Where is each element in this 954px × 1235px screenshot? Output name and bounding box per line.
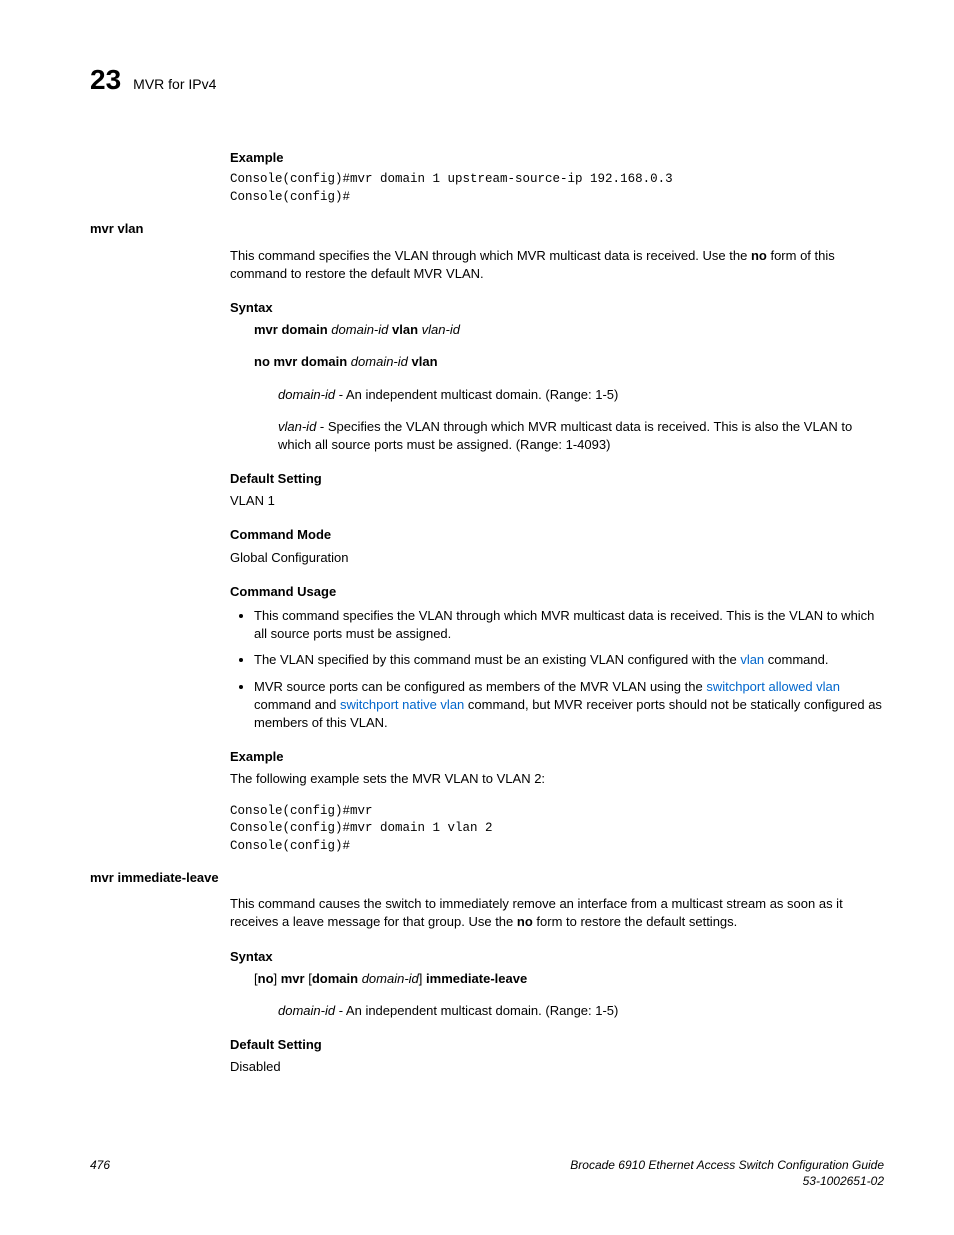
syntax-param-2: vlan-id - Specifies the VLAN through whi… — [278, 418, 884, 454]
default-value: Disabled — [230, 1058, 884, 1076]
heading-syntax: Syntax — [230, 299, 884, 317]
page-number: 476 — [90, 1157, 110, 1191]
heading-default-setting: Default Setting — [230, 470, 884, 488]
link-switchport-allowed-vlan[interactable]: switchport allowed vlan — [706, 679, 840, 694]
usage-bullet-1: This command specifies the VLAN through … — [254, 607, 884, 643]
link-switchport-native-vlan[interactable]: switchport native vlan — [340, 697, 464, 712]
code-block: Console(config)#mvr domain 1 upstream-so… — [230, 171, 884, 206]
heading-example: Example — [230, 149, 884, 167]
default-value: VLAN 1 — [230, 492, 884, 510]
heading-command-usage: Command Usage — [230, 583, 884, 601]
example-intro: The following example sets the MVR VLAN … — [230, 770, 884, 788]
chapter-title: MVR for IPv4 — [133, 75, 216, 95]
chapter-number: 23 — [90, 60, 121, 99]
usage-bullet-3: MVR source ports can be configured as me… — [254, 678, 884, 733]
syntax-line-2: no mvr domain domain-id vlan — [254, 353, 884, 371]
page-footer: 476 Brocade 6910 Ethernet Access Switch … — [90, 1157, 884, 1191]
syntax-line-1: mvr domain domain-id vlan vlan-id — [254, 321, 884, 339]
doc-title: Brocade 6910 Ethernet Access Switch Conf… — [570, 1157, 884, 1174]
side-heading-mvr-immediate-leave: mvr immediate-leave — [90, 869, 884, 887]
syntax-param: domain-id - An independent multicast dom… — [278, 1002, 884, 1020]
syntax-line: [no] mvr [domain domain-id] immediate-le… — [254, 970, 884, 988]
heading-example: Example — [230, 748, 884, 766]
heading-syntax: Syntax — [230, 948, 884, 966]
side-heading-mvr-vlan: mvr vlan — [90, 220, 884, 238]
intro-paragraph: This command specifies the VLAN through … — [230, 247, 884, 283]
section-mvr-vlan: This command specifies the VLAN through … — [230, 247, 884, 855]
link-vlan[interactable]: vlan — [740, 652, 764, 667]
mode-value: Global Configuration — [230, 549, 884, 567]
page-header: 23 MVR for IPv4 — [90, 60, 884, 99]
syntax-param-1: domain-id - An independent multicast dom… — [278, 386, 884, 404]
section-mvr-immediate-leave: This command causes the switch to immedi… — [230, 895, 884, 1076]
heading-command-mode: Command Mode — [230, 526, 884, 544]
usage-bullet-2: The VLAN specified by this command must … — [254, 651, 884, 669]
footer-right: Brocade 6910 Ethernet Access Switch Conf… — [570, 1157, 884, 1191]
intro-paragraph: This command causes the switch to immedi… — [230, 895, 884, 931]
section-example-1: Example Console(config)#mvr domain 1 ups… — [230, 149, 884, 206]
heading-default-setting: Default Setting — [230, 1036, 884, 1054]
code-block: Console(config)#mvr Console(config)#mvr … — [230, 803, 884, 856]
usage-list: This command specifies the VLAN through … — [230, 607, 884, 732]
doc-number: 53-1002651-02 — [570, 1173, 884, 1190]
